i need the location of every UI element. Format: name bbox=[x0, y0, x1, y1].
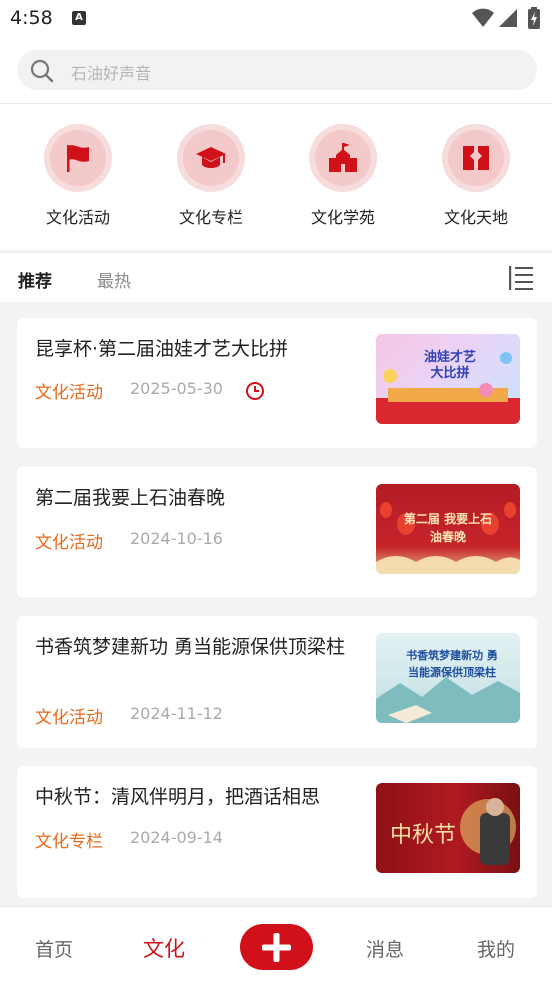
nav-messages[interactable]: 消息 bbox=[366, 935, 404, 962]
category-label: 文化天地 bbox=[443, 208, 508, 227]
notification-a-icon: A bbox=[72, 11, 86, 25]
article-card[interactable]: 第二届我要上石油春晚 文化活动 2024-10-16 第二届 我要上石油春晚 bbox=[17, 467, 537, 597]
add-button[interactable] bbox=[240, 924, 313, 970]
article-title: 昆享杯·第二届油娃才艺大比拼 bbox=[35, 338, 289, 360]
article-date: 2025-05-30 bbox=[130, 379, 223, 398]
article-title: 第二届我要上石油春晚 bbox=[35, 487, 226, 509]
category-culture-world[interactable]: 文化天地 bbox=[421, 124, 531, 234]
nav-home[interactable]: 首页 bbox=[35, 935, 73, 962]
tab-bar: 推荐 最热 bbox=[0, 252, 552, 302]
category-label: 文化专栏 bbox=[178, 208, 243, 227]
category-grid: 文化活动 文化专栏 文化学苑 文化天地 bbox=[0, 104, 552, 250]
article-title: 中秋节：清风伴明月，把酒话相思 bbox=[35, 786, 321, 808]
search-input[interactable]: 石油好声音 bbox=[17, 50, 537, 90]
wifi-icon bbox=[472, 8, 494, 27]
article-category: 文化专栏 bbox=[35, 832, 103, 852]
status-time: 4:58 bbox=[10, 7, 53, 29]
search-icon bbox=[30, 59, 54, 83]
category-culture-column[interactable]: 文化专栏 bbox=[156, 124, 266, 234]
bottom-navigation: 首页 文化 消息 我的 bbox=[0, 906, 552, 983]
thumbnail-text: 油娃才艺大比拼 bbox=[423, 350, 476, 381]
article-thumbnail: 油娃才艺大比拼 bbox=[376, 334, 520, 424]
graduation-cap-icon bbox=[196, 147, 226, 168]
article-category: 文化活动 bbox=[35, 708, 103, 728]
article-date: 2024-10-16 bbox=[130, 529, 223, 548]
battery-icon bbox=[528, 7, 540, 29]
signal-icon bbox=[499, 9, 517, 27]
clock-icon bbox=[246, 382, 264, 400]
nav-culture[interactable]: 文化 bbox=[143, 933, 185, 963]
article-thumbnail: 第二届 我要上石油春晚 bbox=[376, 484, 520, 574]
nav-mine[interactable]: 我的 bbox=[477, 935, 515, 962]
category-culture-activity[interactable]: 文化活动 bbox=[23, 124, 133, 234]
thumbnail-text: 书香筑梦建新功 勇当能源保供顶梁柱 bbox=[406, 649, 498, 679]
article-card[interactable]: 中秋节：清风伴明月，把酒话相思 文化专栏 2024-09-14 中秋节 bbox=[17, 766, 537, 898]
search-bar-container: 石油好声音 bbox=[0, 38, 552, 104]
category-label: 文化学苑 bbox=[310, 208, 375, 227]
article-title: 书香筑梦建新功 勇当能源保供顶梁柱 bbox=[35, 636, 346, 658]
category-label: 文化活动 bbox=[45, 208, 110, 227]
status-bar: 4:58 A bbox=[0, 0, 552, 38]
article-category: 文化活动 bbox=[35, 383, 103, 403]
school-building-icon bbox=[329, 143, 357, 172]
thumbnail-text: 第二届 我要上石油春晚 bbox=[403, 512, 493, 544]
article-date: 2024-09-14 bbox=[130, 828, 223, 847]
search-placeholder: 石油好声音 bbox=[71, 64, 152, 83]
article-date: 2024-11-12 bbox=[130, 704, 223, 723]
list-menu-icon[interactable] bbox=[506, 264, 536, 292]
article-card[interactable]: 昆享杯·第二届油娃才艺大比拼 文化活动 2025-05-30 油娃才艺大比拼 bbox=[17, 318, 537, 448]
article-thumbnail: 书香筑梦建新功 勇当能源保供顶梁柱 bbox=[376, 633, 520, 723]
category-culture-academy[interactable]: 文化学苑 bbox=[288, 124, 398, 234]
thumbnail-text: 中秋节 bbox=[390, 823, 457, 848]
article-category: 文化活动 bbox=[35, 533, 103, 553]
tab-recommended[interactable]: 推荐 bbox=[18, 267, 52, 292]
article-card[interactable]: 书香筑梦建新功 勇当能源保供顶梁柱 文化活动 2024-11-12 书香筑梦建新… bbox=[17, 616, 537, 748]
tab-hottest[interactable]: 最热 bbox=[97, 267, 131, 292]
plus-icon bbox=[262, 933, 291, 962]
open-book-icon bbox=[463, 146, 489, 170]
flag-icon bbox=[67, 145, 89, 172]
article-thumbnail: 中秋节 bbox=[376, 783, 520, 873]
